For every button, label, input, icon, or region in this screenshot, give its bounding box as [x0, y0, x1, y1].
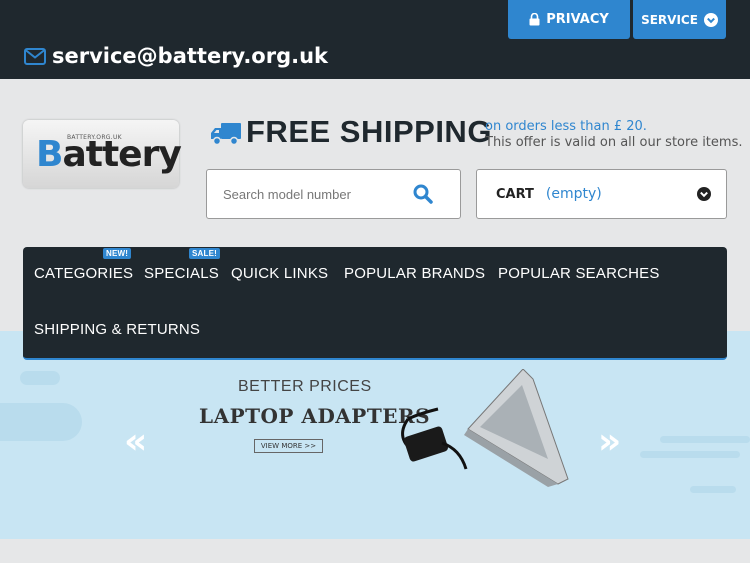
free-shipping-title: FREE SHIPPING	[246, 114, 492, 149]
search-input[interactable]	[223, 186, 403, 202]
main-navigation: NEW! CATEGORIES SALE! SPECIALS QUICK LIN…	[23, 247, 727, 360]
top-bar: PRIVACY SERVICE service@battery.org.uk	[0, 0, 750, 79]
envelope-icon	[24, 47, 46, 65]
banner-cloud	[20, 371, 60, 385]
logo-initial: B	[36, 134, 63, 175]
service-label: SERVICE	[641, 12, 698, 27]
banner-headline: BETTER PRICES	[238, 378, 372, 395]
logo-wordmark: Battery	[36, 134, 182, 175]
banner-next-arrow[interactable]: »	[598, 421, 621, 462]
cart-label: CART	[496, 186, 534, 202]
nav-popular-searches[interactable]: POPULAR SEARCHES	[498, 265, 660, 282]
shipping-condition: on orders less than £ 20.	[485, 119, 647, 134]
banner-cloud	[660, 436, 750, 443]
nav-popular-searches-label: POPULAR SEARCHES	[498, 265, 660, 282]
sale-badge: SALE!	[189, 248, 220, 259]
site-logo[interactable]: BATTERY.ORG.UK Battery	[23, 120, 182, 188]
logo-rest: attery	[62, 134, 181, 175]
truck-icon	[211, 123, 241, 146]
nav-specials[interactable]: SALE! SPECIALS	[144, 248, 220, 282]
nav-categories[interactable]: NEW! CATEGORIES	[34, 248, 134, 282]
banner-cloud	[0, 403, 82, 441]
banner-product-title: LAPTOP ADAPTERS	[199, 404, 431, 428]
nav-quick-links[interactable]: QUICK LINKS	[231, 265, 328, 282]
chevron-circle-down-icon	[703, 12, 718, 27]
cart-status: (empty)	[545, 186, 602, 202]
banner-prev-arrow[interactable]: «	[124, 421, 147, 462]
nav-categories-label: CATEGORIES	[34, 265, 134, 282]
nav-popular-brands[interactable]: POPULAR BRANDS	[344, 265, 485, 282]
email-text: service@battery.org.uk	[52, 44, 329, 68]
nav-shipping-returns-label: SHIPPING & RETURNS	[34, 321, 201, 338]
page-content-start	[0, 539, 750, 563]
view-more-button[interactable]: VIEW MORE >>	[254, 439, 323, 453]
new-badge: NEW!	[103, 248, 132, 259]
shipping-note: This offer is valid on all our store ite…	[485, 135, 743, 150]
service-button[interactable]: SERVICE	[633, 0, 726, 39]
nav-specials-label: SPECIALS	[144, 265, 219, 282]
lock-icon	[529, 13, 540, 26]
search-icon[interactable]	[413, 184, 433, 204]
search-box	[206, 169, 461, 219]
privacy-button[interactable]: PRIVACY	[508, 0, 630, 39]
nav-popular-brands-label: POPULAR BRANDS	[344, 265, 486, 282]
laptop-adapter-image	[401, 369, 569, 487]
privacy-label: PRIVACY	[546, 12, 609, 27]
banner-cloud	[690, 486, 736, 493]
cart-dropdown[interactable]: CART (empty)	[476, 169, 727, 219]
chevron-circle-down-icon	[697, 187, 711, 201]
service-email-link[interactable]: service@battery.org.uk	[24, 44, 328, 68]
nav-shipping-returns[interactable]: SHIPPING & RETURNS	[34, 321, 200, 338]
banner-cloud	[640, 451, 740, 458]
promo-banner[interactable]: « BETTER PRICES LAPTOP ADAPTERS VIEW MOR…	[0, 331, 750, 539]
nav-quick-links-label: QUICK LINKS	[231, 265, 329, 282]
